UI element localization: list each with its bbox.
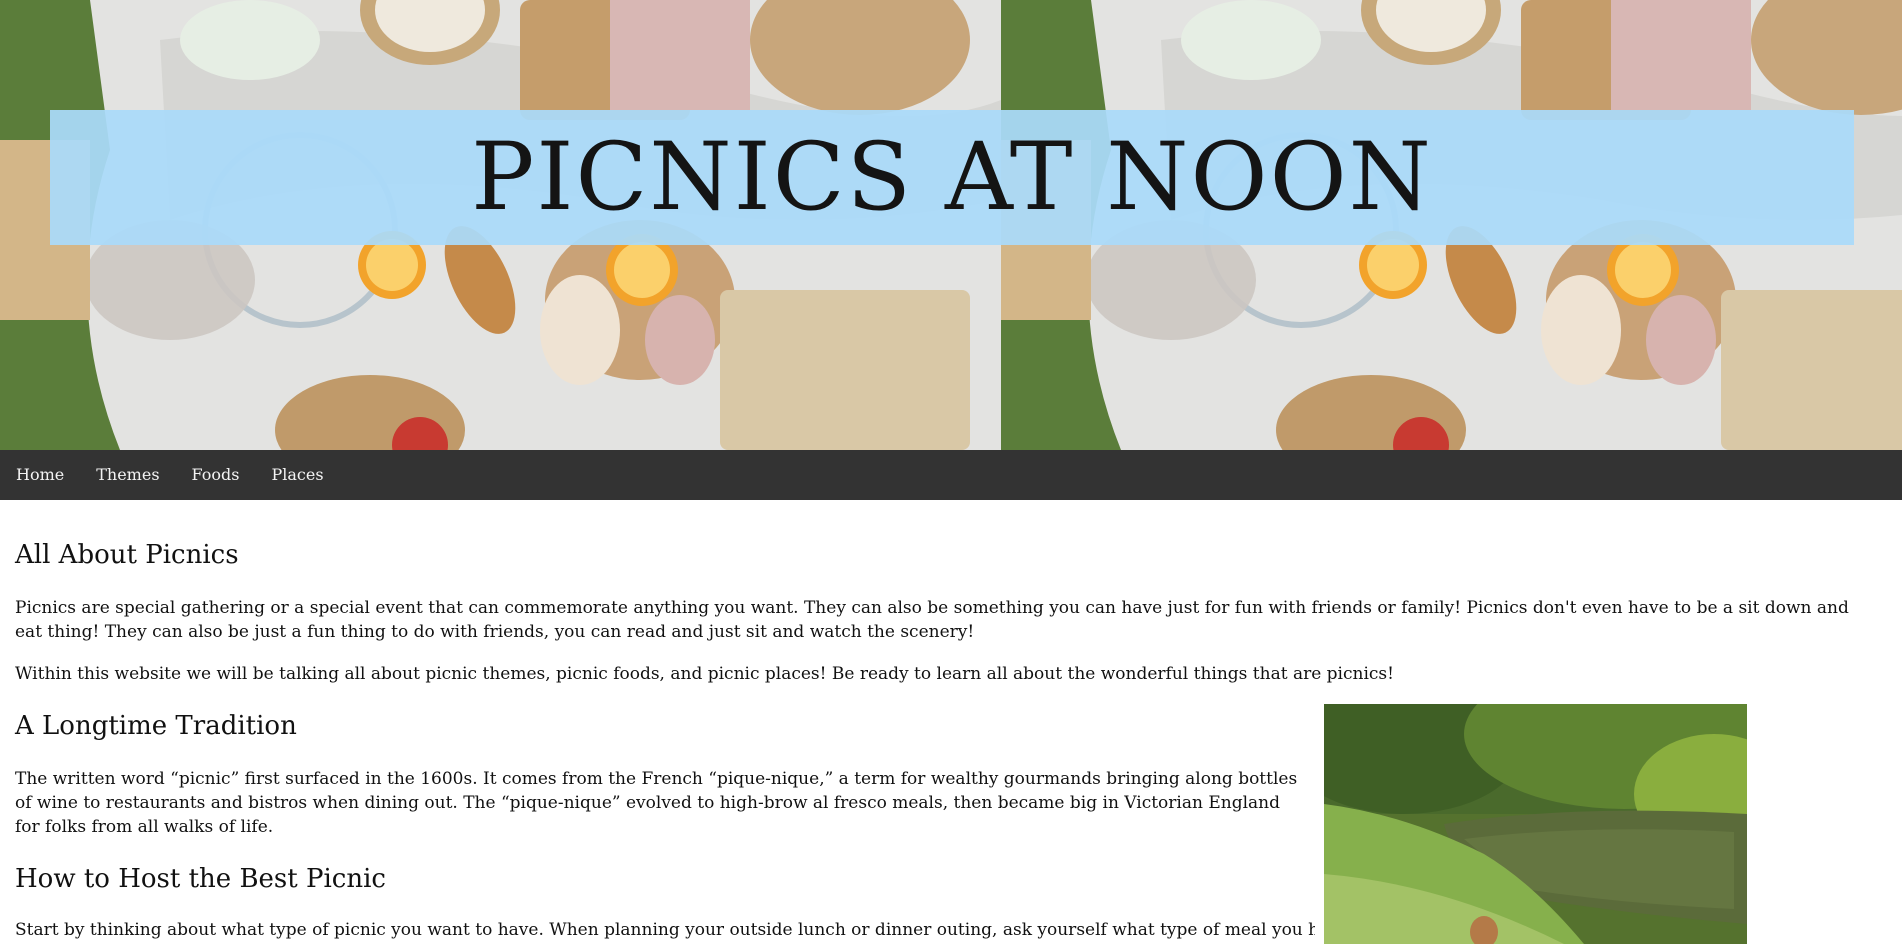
host-heading: How to Host the Best Picnic (15, 864, 386, 894)
main-navbar: Home Themes Foods Places (0, 450, 1902, 500)
tradition-paragraph: The written word “picnic” first surfaced… (15, 769, 1298, 837)
about-paragraph-1: Picnics are special gathering or a speci… (15, 598, 1849, 642)
hero-banner: Picnics at Noon (0, 0, 1902, 450)
nav-themes-link[interactable]: Themes (80, 450, 175, 500)
site-title: Picnics at Noon (471, 122, 1433, 232)
lakeside-picnic-image (1324, 704, 1747, 944)
host-paragraph: Start by thinking about what type of pic… (15, 920, 1315, 940)
nav-foods-link[interactable]: Foods (176, 450, 256, 500)
nav-home-link[interactable]: Home (0, 450, 80, 500)
nav-places-link[interactable]: Places (255, 450, 339, 500)
title-band: Picnics at Noon (50, 110, 1854, 245)
tradition-heading: A Longtime Tradition (15, 711, 297, 741)
about-heading: All About Picnics (15, 540, 239, 570)
about-paragraph-2: Within this website we will be talking a… (15, 664, 1394, 684)
